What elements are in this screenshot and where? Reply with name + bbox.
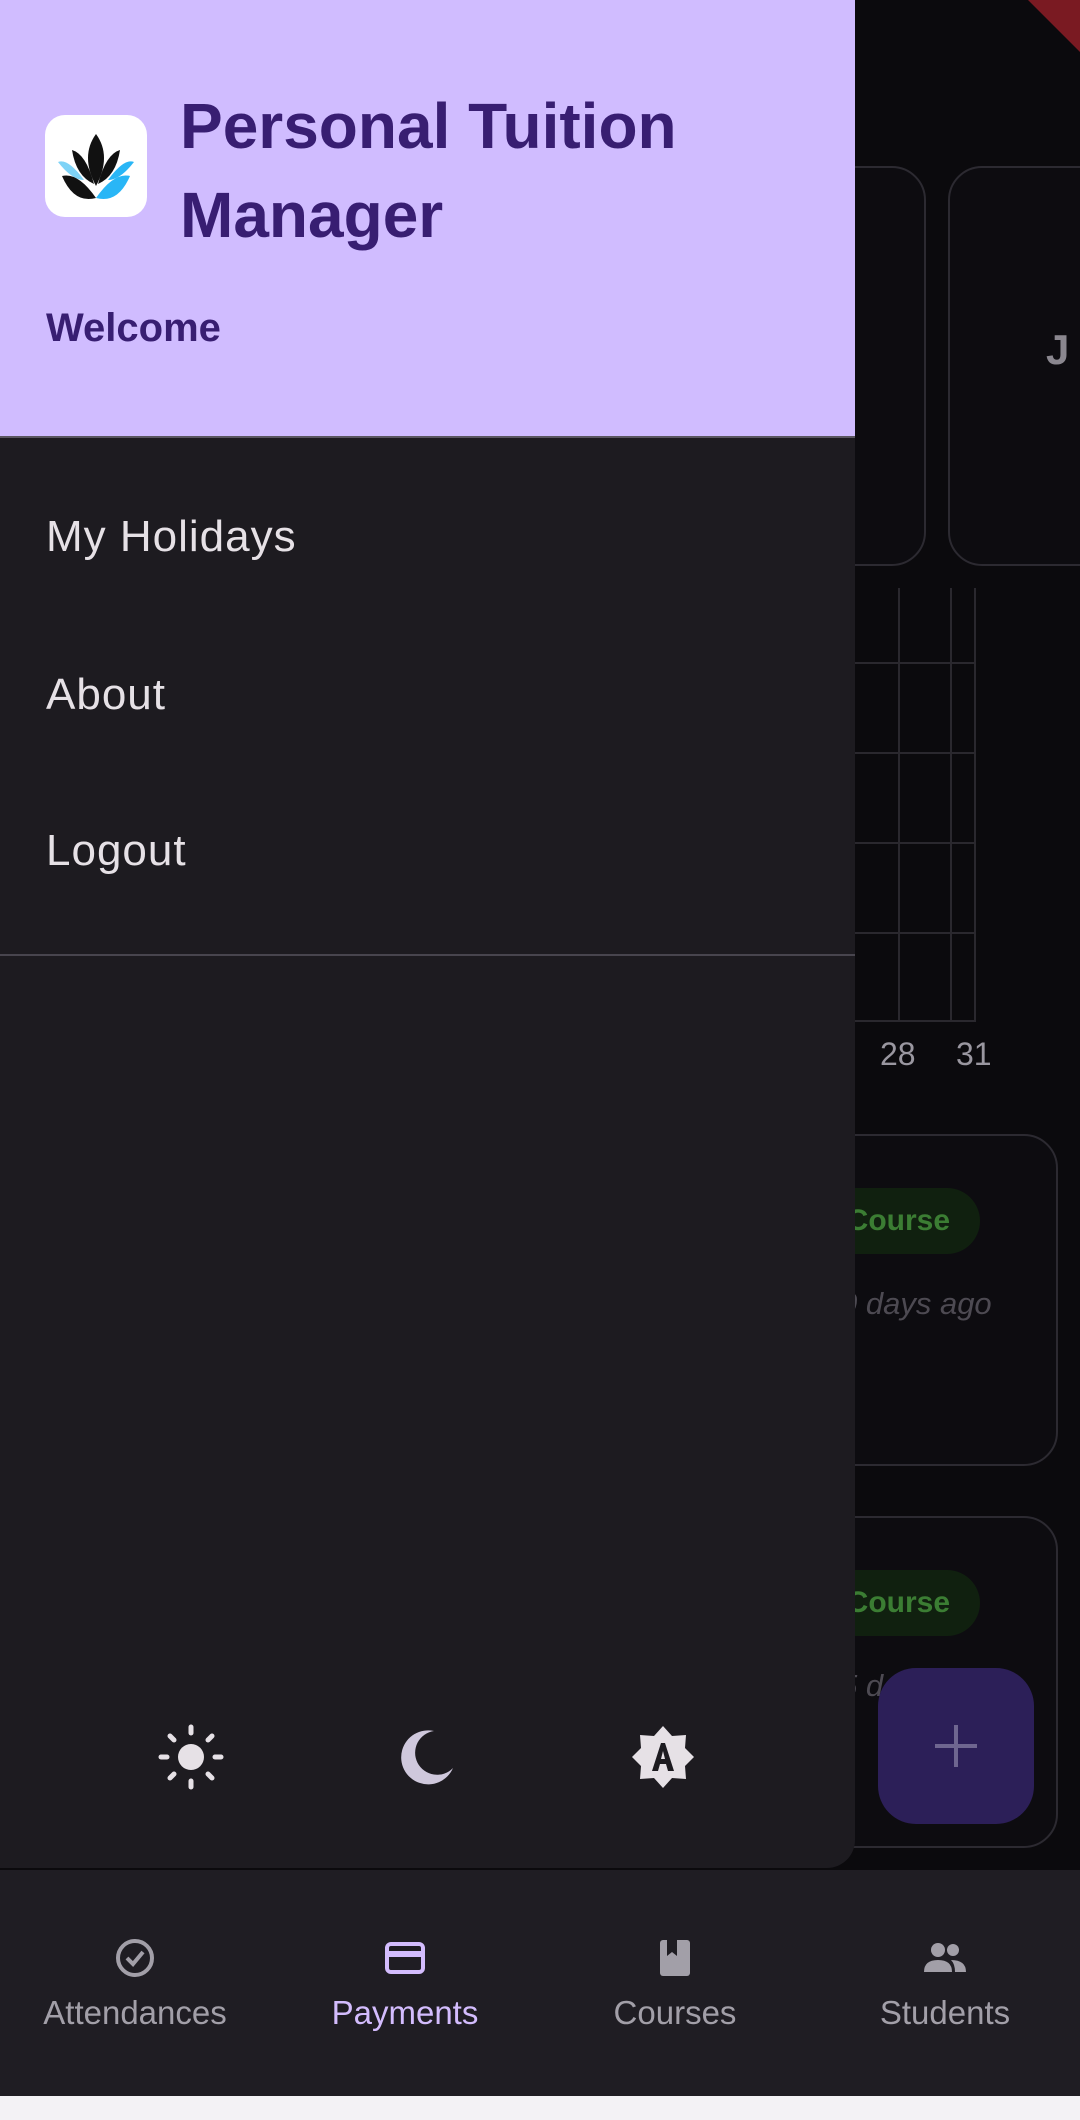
nav-item-courses[interactable]: Courses [540,1870,810,2096]
book-icon [651,1934,699,1982]
nav-item-attendances[interactable]: Attendances [0,1870,270,2096]
app-title: Personal Tuition Manager [180,90,677,251]
menu-item-about[interactable]: About [46,670,166,720]
welcome-text: Welcome [46,306,221,350]
auto-mode-button[interactable] [630,1724,696,1790]
drawer-header: Personal Tuition Manager Welcome [0,0,855,436]
nav-label: Attendances [43,1994,227,2031]
dark-mode-button[interactable] [394,1724,460,1790]
header-divider [0,436,855,438]
lotus-logo-icon [58,134,134,200]
debug-banner [1028,0,1080,52]
menu-item-logout[interactable]: Logout [46,826,187,876]
check-circle-icon [111,1934,159,1982]
nav-item-payments[interactable]: Payments [270,1870,540,2096]
menu-item-my-holidays[interactable]: My Holidays [46,512,297,562]
chart-tick-label: 28 [880,1036,916,1072]
nav-label: Payments [331,1994,479,2031]
people-icon [921,1934,969,1982]
nav-label: Students [879,1994,1011,2031]
credit-card-icon [381,1934,429,1982]
sun-icon [158,1724,224,1790]
menu-divider [0,954,855,956]
time-ago: 0 days ago [840,1286,992,1321]
plus-icon [935,1725,977,1767]
chart-tick-label: 31 [956,1036,992,1072]
nav-item-students[interactable]: Students [810,1870,1080,2096]
bottom-navigation: Attendances Payments Courses Students [0,1870,1080,2096]
light-mode-button[interactable] [158,1724,224,1790]
navigation-drawer: Personal Tuition Manager Welcome My Holi… [0,0,855,1868]
app-logo [45,115,147,217]
system-nav-bar [0,2096,1080,2120]
card-letter: J [1046,326,1070,373]
auto-brightness-icon [632,1726,694,1788]
moon-icon [401,1730,453,1785]
nav-label: Courses [613,1994,737,2031]
add-button[interactable] [878,1668,1034,1824]
